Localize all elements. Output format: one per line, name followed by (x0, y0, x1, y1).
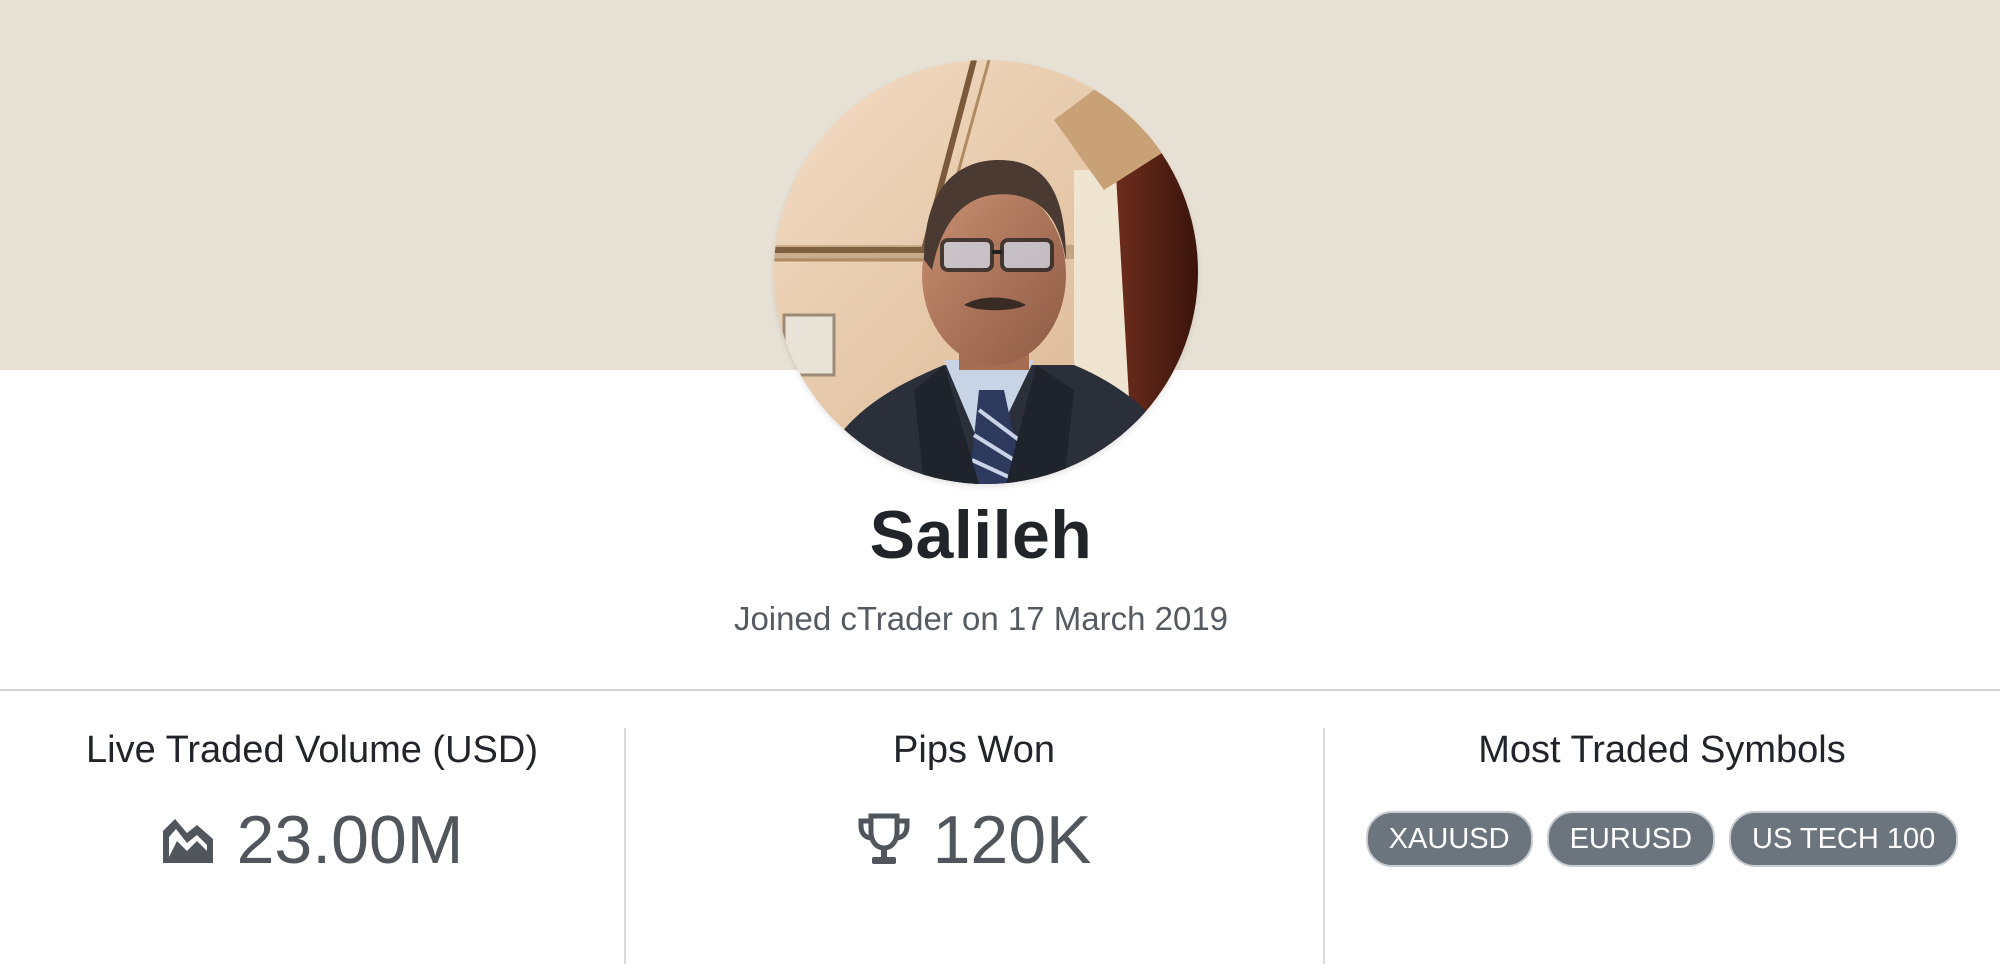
trophy-icon (857, 812, 911, 868)
stat-title: Live Traded Volume (USD) (86, 729, 538, 771)
stat-title: Most Traded Symbols (1478, 729, 1846, 771)
stat-traded-volume: Live Traded Volume (USD) 23.00M (0, 691, 624, 976)
symbol-chip-eurusd[interactable]: EURUSD (1546, 811, 1716, 867)
joined-date: Joined cTrader on 17 March 2019 (733, 600, 1229, 637)
stat-title: Pips Won (893, 729, 1055, 771)
chart-area-icon (161, 815, 215, 865)
symbol-chip-xauusd[interactable]: XAUUSD (1365, 811, 1533, 867)
stat-value-row: 23.00M (0, 801, 624, 879)
symbol-chips: XAUUSD EURUSD US TECH 100 (1324, 811, 2000, 867)
profile-name: Salileh (869, 497, 1093, 573)
stat-most-traded: Most Traded Symbols XAUUSD EURUSD US TEC… (1324, 691, 2000, 976)
stat-value-row: 120K (624, 801, 1324, 879)
profile-page: Salileh Joined cTrader on 17 March 2019 … (0, 0, 2000, 976)
stat-value: 120K (932, 802, 1092, 878)
stat-pips-won: Pips Won 120K (624, 691, 1324, 976)
avatar (774, 60, 1198, 484)
stats-row: Live Traded Volume (USD) 23.00M Pips Won (0, 691, 2000, 976)
stat-value: 23.00M (236, 802, 464, 878)
symbol-chip-us-tech-100[interactable]: US TECH 100 (1729, 811, 1959, 867)
